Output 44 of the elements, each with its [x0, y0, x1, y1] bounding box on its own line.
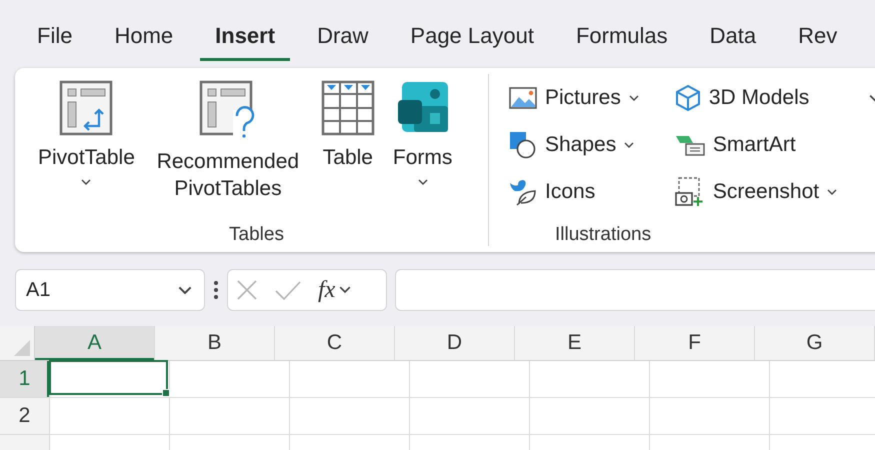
table-icon	[320, 80, 375, 136]
column-header[interactable]: C	[275, 326, 395, 360]
ribbon-button[interactable]: Forms	[392, 80, 454, 224]
ribbon-button[interactable]: Pictures	[505, 74, 643, 121]
ribbon-button[interactable]: SmartArt	[670, 121, 842, 168]
ribbon-tab[interactable]: Insert	[200, 23, 290, 61]
screenshot-icon	[674, 176, 705, 206]
ribbon-button[interactable]: Recommended PivotTables	[152, 80, 304, 224]
more-icon[interactable]	[213, 279, 219, 301]
formula-field[interactable]	[395, 269, 875, 311]
name-box[interactable]: A1	[15, 269, 205, 311]
chevron-icon	[178, 286, 192, 294]
ribbon-button[interactable]: PivotTable	[37, 80, 136, 224]
row-header[interactable]: 1	[0, 361, 49, 397]
cube-icon	[674, 84, 701, 112]
ribbon-tab[interactable]: Rev	[783, 23, 852, 61]
picture-icon	[509, 86, 537, 110]
column-header[interactable]: D	[395, 326, 515, 360]
column-header[interactable]: G	[755, 326, 875, 360]
chevron-icon	[339, 286, 352, 294]
column-header[interactable]: B	[155, 326, 275, 360]
row-header[interactable]: 2	[0, 398, 49, 434]
ribbon-button[interactable]: Screenshot	[670, 168, 842, 215]
group-label: Illustrations	[554, 224, 652, 246]
ribbon-tab[interactable]: Formulas	[560, 23, 683, 61]
ribbon-tab[interactable]: Home	[99, 23, 188, 61]
shapes-icon	[509, 130, 537, 158]
ribbon-tab[interactable]: Draw	[302, 23, 384, 61]
ribbon-button[interactable]: Table	[320, 80, 376, 224]
select-all-icon[interactable]	[14, 340, 30, 356]
ribbon-button[interactable]: Shapes	[505, 121, 643, 168]
ribbon-tab[interactable]: Page Layout	[395, 23, 549, 61]
column-header[interactable]: F	[635, 326, 755, 360]
ribbon-tab[interactable]: Data	[694, 23, 772, 61]
column-header[interactable]: E	[515, 326, 635, 360]
bird-leaf-icon	[509, 178, 537, 206]
group-label: Tables	[229, 224, 284, 246]
cancel-icon[interactable]	[236, 279, 258, 301]
ribbon-button[interactable]: 3D Models	[670, 74, 842, 121]
ribbon-tab[interactable]: File	[22, 23, 88, 61]
column-header[interactable]: A	[35, 326, 155, 360]
insert-function-button[interactable]: fx	[318, 276, 352, 304]
ribbon-button[interactable]: Icons	[505, 168, 643, 215]
check-icon[interactable]	[274, 279, 302, 301]
